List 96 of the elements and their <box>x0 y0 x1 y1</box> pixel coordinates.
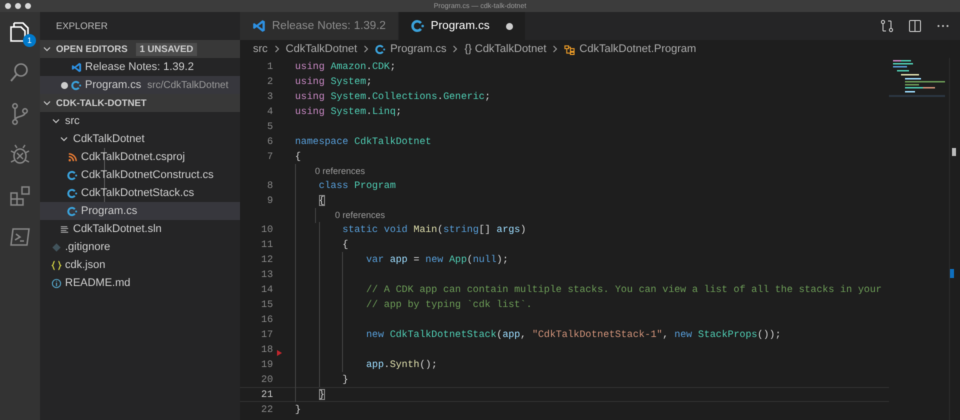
file-tree-item[interactable]: CdkTalkDotnet.sln <box>40 220 240 238</box>
open-editor-item[interactable]: Program.cs src/CdkTalkDotnet <box>40 76 240 94</box>
compare-changes-icon[interactable] <box>880 19 894 33</box>
chevron-icon <box>451 45 460 53</box>
chevron-icon[interactable] <box>51 116 61 126</box>
file-tree-item[interactable]: CdkTalkDotnet <box>40 130 240 148</box>
code-line: } <box>342 374 348 385</box>
csharp-file-icon <box>66 188 78 198</box>
line-number: 11 <box>260 239 273 250</box>
sidebar-title: EXPLORER <box>56 20 108 32</box>
line-number: 16 <box>260 314 273 325</box>
breadcrumb-item[interactable]: Program.cs <box>390 43 446 55</box>
code-lens[interactable]: 0 references <box>315 166 366 176</box>
line-number: 15 <box>260 299 273 310</box>
line-number: 8 <box>266 180 273 191</box>
chevron-icon[interactable] <box>42 44 52 54</box>
code-line: new CdkTalkDotnetStack(app, "CdkTalkDotnetStack-1", new StackProps()); <box>366 329 782 340</box>
file-tree-item[interactable]: CdkTalkDotnetConstruct.cs <box>40 166 240 184</box>
code-line: var app = new App(null); <box>366 254 508 265</box>
csharp-file-icon <box>410 19 425 33</box>
minimap-drawing[interactable] <box>889 58 945 98</box>
info-icon <box>50 278 62 288</box>
file-tree-item[interactable]: CdkTalkDotnetStack.cs <box>40 184 240 202</box>
chevron-icon <box>551 45 560 53</box>
breadcrumb-item[interactable]: {} CdkTalkDotnet <box>464 43 546 55</box>
line-number: 5 <box>266 121 273 132</box>
file-tree-item[interactable]: README.md <box>40 274 240 292</box>
code-line: using System.Collections.Generic; <box>295 91 491 102</box>
editor-tab[interactable]: Program.cs <box>398 12 526 40</box>
code-editor-icon <box>252 19 266 33</box>
csharp-file-icon <box>66 206 78 216</box>
code-line: using Amazon.CDK; <box>295 61 396 72</box>
line-number: 17 <box>260 329 273 340</box>
code-line: { <box>342 239 348 250</box>
file-tree-item[interactable]: .gitignore <box>40 238 240 256</box>
code-line: } <box>295 404 301 415</box>
line-number: 9 <box>266 195 273 206</box>
code-line: app.Synth(); <box>366 359 438 370</box>
code-line: { <box>318 195 325 206</box>
line-number: 20 <box>260 374 273 385</box>
line-number: 13 <box>260 269 273 280</box>
blocks-icon[interactable] <box>8 184 32 208</box>
scrollbar-marker <box>950 269 954 278</box>
file-tree-item[interactable]: CdkTalkDotnet.csproj <box>40 148 240 166</box>
code-line: using System; <box>295 76 372 87</box>
breadcrumb-item[interactable]: CdkTalkDotnet <box>286 43 358 55</box>
line-number: 4 <box>266 106 273 117</box>
code-line: using System.Linq; <box>295 106 402 117</box>
code-line: // A CDK app can contain multiple stacks. You can view a list of all the stacks in your <box>366 284 882 295</box>
csharp-file-icon <box>70 80 82 90</box>
section-header[interactable]: OPEN EDITORS 1 UNSAVED <box>40 40 240 58</box>
chevron-icon[interactable] <box>42 98 52 108</box>
code-line: class Program <box>318 180 396 191</box>
scrollbar-marker <box>952 148 956 156</box>
file-tree-item[interactable]: src <box>40 112 240 130</box>
code-editor-icon <box>70 62 82 72</box>
line-number: 14 <box>260 284 273 295</box>
code-line: namespace CdkTalkDotnet <box>295 136 432 147</box>
diamond-icon <box>50 242 62 252</box>
breadcrumb-item[interactable]: src <box>253 43 268 55</box>
line-number: 10 <box>260 224 273 235</box>
rss-icon <box>66 152 78 162</box>
line-number: 22 <box>260 404 273 415</box>
chevron-icon <box>362 45 370 53</box>
lines-icon <box>58 224 70 234</box>
section-header[interactable]: CDK-TALK-DOTNET <box>40 94 240 112</box>
line-number: 21 <box>260 389 273 400</box>
class-icon <box>564 44 576 54</box>
window-close-button[interactable] <box>5 3 11 9</box>
line-number: 2 <box>266 76 273 87</box>
file-tree-item[interactable]: Program.cs <box>40 202 240 220</box>
split-editor-icon[interactable] <box>908 19 922 33</box>
chevron-icon[interactable] <box>59 134 69 144</box>
file-tree-item[interactable]: cdk.json <box>40 256 240 274</box>
breadcrumb-item[interactable]: CdkTalkDotnet.Program <box>579 43 696 55</box>
line-number: 1 <box>266 61 273 72</box>
chevron-icon <box>272 45 281 53</box>
open-editor-item[interactable]: Release Notes: 1.39.2 <box>40 58 240 76</box>
code-line: static void Main(string[] args) <box>342 224 526 235</box>
csharp-file-icon <box>375 44 386 54</box>
window-minimize-button[interactable] <box>15 3 21 9</box>
code-line: { <box>295 151 301 162</box>
line-number: 12 <box>260 254 273 265</box>
braces-icon <box>50 260 62 270</box>
line-number: 6 <box>266 136 273 147</box>
csharp-file-icon <box>66 170 78 180</box>
notification-badge: 1 <box>23 34 36 47</box>
window-zoom-button[interactable] <box>25 3 31 9</box>
editor-tab[interactable]: Release Notes: 1.39.2 <box>240 12 399 40</box>
line-number: 19 <box>260 359 273 370</box>
line-number: 18 <box>260 344 273 355</box>
line-number: 7 <box>266 151 273 162</box>
line-number: 3 <box>266 91 273 102</box>
code-lens[interactable]: 0 references <box>335 210 386 220</box>
code-line: // app by typing `cdk list`. <box>366 299 532 310</box>
unsaved-count-badge: 1 UNSAVED <box>136 42 198 56</box>
